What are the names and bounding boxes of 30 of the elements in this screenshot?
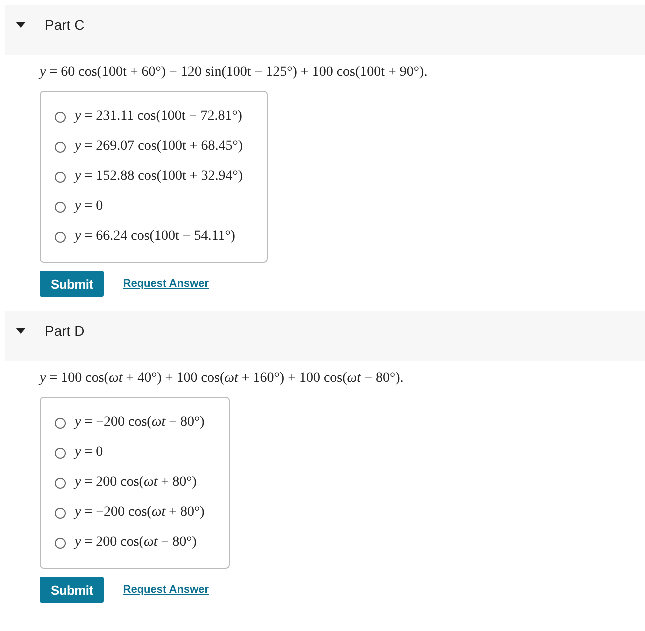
equation: y = 60 cos(100t + 60°) − 120 sin(100t − 125°) + 100 cos(100t + 90°). — [40, 65, 429, 81]
radio-button[interactable] — [55, 172, 66, 182]
submit-button[interactable]: Submit — [40, 271, 104, 297]
option-label[interactable]: y = 231.11 cos(100t − 72.81°) — [75, 109, 242, 125]
radio-button[interactable] — [55, 478, 66, 488]
option-label[interactable]: y = 66.24 cos(100t − 54.11°) — [75, 229, 236, 245]
option-label[interactable]: y = 152.88 cos(100t + 32.94°) — [75, 169, 243, 185]
part-toggle[interactable]: Part D — [5, 323, 85, 339]
caret-icon — [16, 22, 26, 28]
option-label[interactable]: y = 0 — [75, 445, 104, 461]
request-answer-link[interactable]: Request Answer — [123, 584, 210, 596]
option-label[interactable]: y = −200 cos(ωt − 80°) — [75, 415, 205, 431]
option-label[interactable]: y = 200 cos(ωt + 80°) — [75, 475, 197, 491]
submit-button[interactable]: Submit — [40, 577, 104, 603]
request-answer-link[interactable]: Request Answer — [123, 278, 210, 290]
radio-button[interactable] — [55, 202, 66, 212]
radio-button[interactable] — [55, 112, 66, 122]
caret-icon — [16, 328, 26, 334]
option-label[interactable]: y = 269.07 cos(100t + 68.45°) — [75, 139, 243, 155]
radio-button[interactable] — [55, 232, 66, 242]
radio-button[interactable] — [55, 142, 66, 152]
option-label[interactable]: y = 0 — [75, 199, 104, 215]
part-toggle[interactable]: Part C — [5, 17, 85, 33]
radio-button[interactable] — [55, 418, 66, 428]
equation: y = 100 cos(ωt + 40°) + 100 cos(ωt + 160°) + 100 cos(ωt − 80°). — [40, 371, 405, 387]
option-label[interactable]: y = −200 cos(ωt + 80°) — [75, 505, 205, 521]
option-label[interactable]: y = 200 cos(ωt − 80°) — [75, 535, 197, 551]
radio-button[interactable] — [55, 538, 66, 548]
radio-button[interactable] — [55, 508, 66, 518]
radio-button[interactable] — [55, 448, 66, 458]
